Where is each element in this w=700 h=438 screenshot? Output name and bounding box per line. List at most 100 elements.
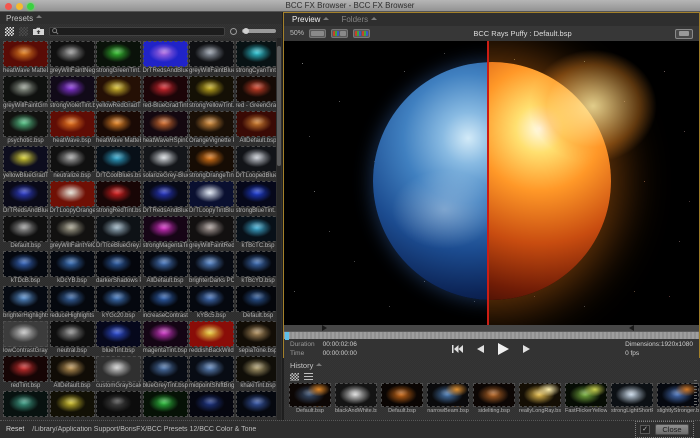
- history-item[interactable]: strongLightShortRay.bsp: [611, 383, 653, 415]
- preset-thumbnail[interactable]: [50, 321, 95, 347]
- preset-thumbnail[interactable]: [96, 216, 141, 242]
- preset-thumbnail[interactable]: [3, 146, 48, 172]
- preset-thumbnail[interactable]: [143, 286, 188, 312]
- preset-item[interactable]: kYBc5.bsp: [189, 286, 234, 320]
- history-item[interactable]: FastFlickerYellowOverl...: [565, 383, 607, 415]
- preset-thumbnail[interactable]: [96, 111, 141, 137]
- preset-thumbnail[interactable]: [96, 181, 141, 207]
- preset-thumbnail[interactable]: [96, 146, 141, 172]
- preset-item[interactable]: red-BlueGradTint.bsp: [143, 76, 188, 110]
- preset-thumbnail[interactable]: [189, 111, 234, 137]
- history-thumbnail[interactable]: [657, 383, 699, 407]
- preset-item[interactable]: DrTCoolBlues.bsp: [96, 146, 141, 180]
- preset-item[interactable]: strongYellowTint.bsp: [189, 76, 234, 110]
- preset-thumbnail[interactable]: [50, 41, 95, 67]
- preset-item[interactable]: AllDefault.bsp: [50, 356, 95, 390]
- disclosure-caret-icon[interactable]: [36, 15, 42, 18]
- preset-item[interactable]: yellowBlueGradTint.bsp: [3, 146, 48, 180]
- apply-check-icon[interactable]: ✓: [640, 425, 650, 434]
- preset-item[interactable]: AllDefault.bsp: [236, 111, 277, 145]
- view-original-button[interactable]: [309, 29, 326, 38]
- step-forward-button[interactable]: [523, 345, 530, 353]
- preset-thumbnail[interactable]: [143, 216, 188, 242]
- preset-thumbnail[interactable]: [189, 146, 234, 172]
- preset-thumbnail[interactable]: [189, 216, 234, 242]
- preset-item[interactable]: solarizeGrey-Blue.bsp: [143, 146, 188, 180]
- preset-item[interactable]: DrTRedsAndBluesLoop...: [143, 41, 188, 75]
- history-thumbnail[interactable]: [381, 383, 423, 407]
- view-split-button[interactable]: [331, 29, 348, 38]
- preset-item[interactable]: strongRedTint.bsp: [96, 181, 141, 215]
- preset-thumbnail[interactable]: [3, 216, 48, 242]
- preset-item[interactable]: Default.bsp: [3, 216, 48, 250]
- preset-item[interactable]: DrTIceBlueGrey.bsp: [96, 216, 141, 250]
- preset-item[interactable]: lowContrastGrays.bsp: [3, 321, 48, 355]
- preset-item[interactable]: DrTLoopyTintBlue.bsp: [189, 181, 234, 215]
- preset-thumbnail[interactable]: [96, 286, 141, 312]
- preset-thumbnail[interactable]: [3, 181, 48, 207]
- preset-item[interactable]: kDcYB.bsp: [50, 251, 95, 285]
- preset-item[interactable]: reddishBackWildYel.bsp: [189, 321, 234, 355]
- preset-item[interactable]: strongOrangeTint.bsp: [189, 146, 234, 180]
- presets-scrollbar-thumb[interactable]: [277, 46, 281, 166]
- history-grid-view-icon[interactable]: [290, 373, 299, 381]
- preset-item[interactable]: [189, 391, 234, 420]
- preset-search-input[interactable]: [49, 27, 225, 36]
- preset-thumbnail[interactable]: [3, 111, 48, 137]
- history-list-view-icon[interactable]: [304, 373, 313, 381]
- folder-up-icon[interactable]: [33, 27, 44, 36]
- preset-item[interactable]: [3, 391, 48, 420]
- preset-thumbnail[interactable]: [189, 251, 234, 277]
- preset-thumbnail[interactable]: [143, 41, 188, 67]
- preset-thumbnail[interactable]: [3, 286, 48, 312]
- preset-thumbnail[interactable]: [236, 146, 277, 172]
- preset-thumbnail[interactable]: [189, 181, 234, 207]
- preset-thumbnail[interactable]: [236, 286, 277, 312]
- preset-item[interactable]: customGrayScale.bsp: [96, 356, 141, 390]
- preset-item[interactable]: darkerShadows PC.bsp: [96, 251, 141, 285]
- history-item[interactable]: slightlyStronger.bsp: [657, 383, 699, 415]
- preset-thumbnail[interactable]: [143, 76, 188, 102]
- zoom-level[interactable]: 50%: [290, 30, 304, 37]
- preset-item[interactable]: [236, 391, 277, 420]
- history-thumbnail[interactable]: [565, 383, 607, 407]
- preset-item[interactable]: greyWillFaintRedCast...: [189, 216, 234, 250]
- preset-thumbnail[interactable]: [96, 321, 141, 347]
- preset-item[interactable]: neutralize.bsp: [50, 146, 95, 180]
- preset-item[interactable]: redTint.bsp: [3, 356, 48, 390]
- preset-thumbnail[interactable]: [236, 251, 277, 277]
- preset-thumbnail[interactable]: [3, 391, 48, 417]
- preset-thumbnail[interactable]: [50, 216, 95, 242]
- slider-handle[interactable]: [243, 28, 249, 34]
- history-thumbnail[interactable]: [611, 383, 653, 407]
- preset-item[interactable]: [50, 391, 95, 420]
- preset-thumbnail[interactable]: [50, 286, 95, 312]
- history-thumbnail[interactable]: [335, 383, 377, 407]
- reset-button[interactable]: Reset: [6, 426, 24, 433]
- preset-item[interactable]: greyWillFaintNegCont...: [50, 41, 95, 75]
- tab-preview[interactable]: Preview: [292, 15, 329, 24]
- preset-thumbnail[interactable]: [236, 41, 277, 67]
- preset-thumbnail[interactable]: [143, 391, 188, 417]
- preset-thumbnail[interactable]: [96, 76, 141, 102]
- preset-item[interactable]: increaseContrast20.bsp: [143, 286, 188, 320]
- history-scroll-indicator[interactable]: [694, 380, 697, 406]
- preset-item[interactable]: heatWaveHSpinOrig.bsp: [143, 111, 188, 145]
- play-backward-button[interactable]: [477, 345, 484, 353]
- fit-to-window-icon[interactable]: [675, 29, 693, 39]
- preset-item[interactable]: kTDcB.bsp: [3, 251, 48, 285]
- list-view-icon[interactable]: [19, 27, 28, 36]
- preset-item[interactable]: strongCyanTint.bsp: [236, 41, 277, 75]
- preset-thumbnail[interactable]: [50, 356, 95, 382]
- preset-thumbnail[interactable]: [143, 111, 188, 137]
- view-side-by-side-button[interactable]: [353, 29, 370, 38]
- preset-thumbnail[interactable]: [143, 251, 188, 277]
- preset-thumbnail[interactable]: [96, 41, 141, 67]
- preset-item[interactable]: heatWave MatteBright...: [96, 111, 141, 145]
- preset-item[interactable]: greyWillFaintBlueCont...: [189, 41, 234, 75]
- preset-item[interactable]: khakiTint.bsp: [236, 356, 277, 390]
- preset-thumbnail[interactable]: [3, 356, 48, 382]
- preset-thumbnail[interactable]: [189, 41, 234, 67]
- preset-thumbnail[interactable]: [189, 321, 234, 347]
- disclosure-caret-icon[interactable]: [316, 363, 322, 366]
